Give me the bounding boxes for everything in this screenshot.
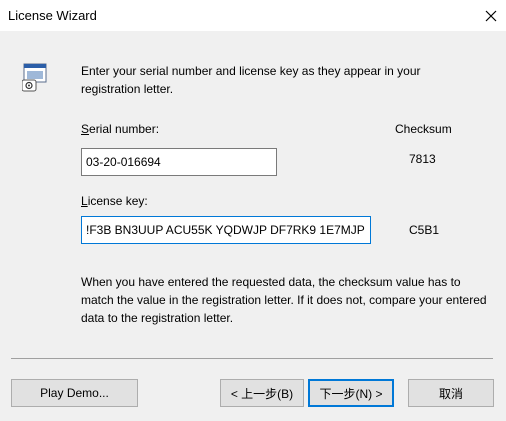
serial-number-label: Serial number: [81,122,159,136]
close-button[interactable] [476,0,506,31]
license-checksum: C5B1 [409,223,440,237]
title-bar: License Wizard [0,0,506,31]
play-demo-button[interactable]: Play Demo... [11,379,138,407]
license-key-label-rest: icense key: [87,194,148,208]
close-icon [485,10,497,21]
license-key-input[interactable] [81,216,371,244]
window-title: License Wizard [8,8,97,23]
instruction-note: When you have entered the requested data… [81,275,487,325]
cancel-button[interactable]: 取消 [408,379,494,407]
serial-checksum: 7813 [409,152,436,166]
next-button[interactable]: 下一步(N) > [308,379,394,407]
license-key-label: License key: [81,194,148,208]
intro-text: Enter your serial number and license key… [81,64,421,96]
serial-number-label-mnemonic: S [81,122,90,136]
license-wizard-icon [22,63,47,92]
checksum-header: Checksum [395,122,452,136]
back-button[interactable]: < 上一步(B) [220,379,304,407]
serial-number-label-rest: erial number: [89,122,160,136]
serial-number-input[interactable] [81,148,277,176]
license-key-label-mnemonic: L [81,194,88,208]
button-divider [11,358,493,359]
